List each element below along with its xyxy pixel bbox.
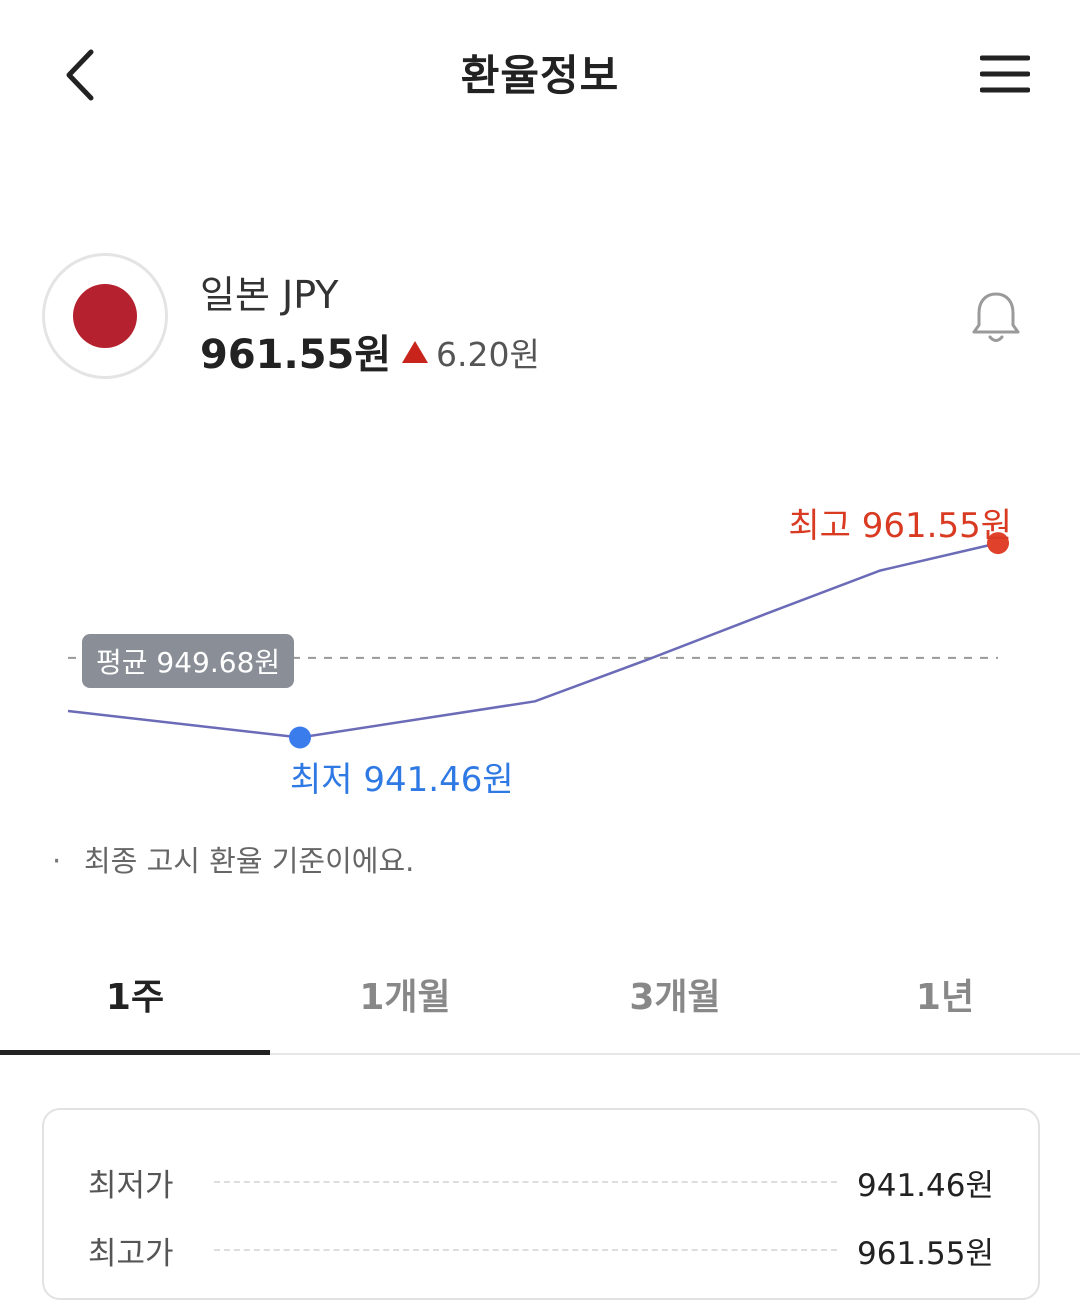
- hamburger-menu-icon: [980, 55, 1030, 93]
- tab-1-week[interactable]: 1주: [0, 935, 270, 1055]
- period-tabs: 1주 1개월 3개월 1년: [0, 935, 1080, 1055]
- up-triangle-icon: [402, 341, 428, 363]
- rate-chart: 최고 961.55원 최저 941.46원 평균 949.68원: [0, 480, 1080, 820]
- alert-button[interactable]: [966, 288, 1026, 348]
- high-price-value: 961.55원: [857, 1235, 994, 1272]
- average-badge: 평균 949.68원: [82, 634, 295, 688]
- rate-notice: · 최종 고시 환율 기준이에요.: [52, 838, 414, 880]
- currency-summary: 일본 JPY 961.55원 6.20원: [0, 240, 1080, 400]
- rate-change-value: 6.20원: [436, 335, 540, 374]
- flag-circle: [73, 284, 137, 348]
- low-label: 최저 941.46원: [290, 760, 514, 800]
- summary-row-high: 최고가 961.55원: [88, 1216, 994, 1284]
- tab-1-year[interactable]: 1년: [810, 935, 1080, 1053]
- tab-3-months[interactable]: 3개월: [540, 935, 810, 1053]
- notice-text: 최종 고시 환율 기준이에요.: [84, 844, 415, 878]
- high-label: 최고 961.55원: [788, 506, 1012, 546]
- high-price-label: 최고가: [88, 1235, 174, 1272]
- current-rate: 961.55원: [200, 332, 392, 378]
- dotted-leader: [214, 1181, 837, 1183]
- japan-flag-icon: [42, 253, 168, 379]
- currency-name: 일본 JPY: [200, 273, 339, 317]
- menu-button[interactable]: [970, 44, 1040, 104]
- dotted-leader: [214, 1249, 837, 1251]
- rate-change: 6.20원: [402, 328, 540, 376]
- low-price-value: 941.46원: [857, 1167, 994, 1204]
- tab-1-month[interactable]: 1개월: [270, 935, 540, 1053]
- min-max-summary: 최저가 941.46원 최고가 961.55원: [42, 1108, 1040, 1300]
- bullet: ·: [52, 844, 62, 878]
- app-header: 환율정보: [0, 0, 1080, 150]
- low-point: [289, 726, 311, 749]
- summary-row-low: 최저가 941.46원: [88, 1148, 994, 1216]
- bell-icon: [972, 292, 1020, 342]
- page-title: 환율정보: [460, 51, 620, 100]
- low-price-label: 최저가: [88, 1167, 174, 1204]
